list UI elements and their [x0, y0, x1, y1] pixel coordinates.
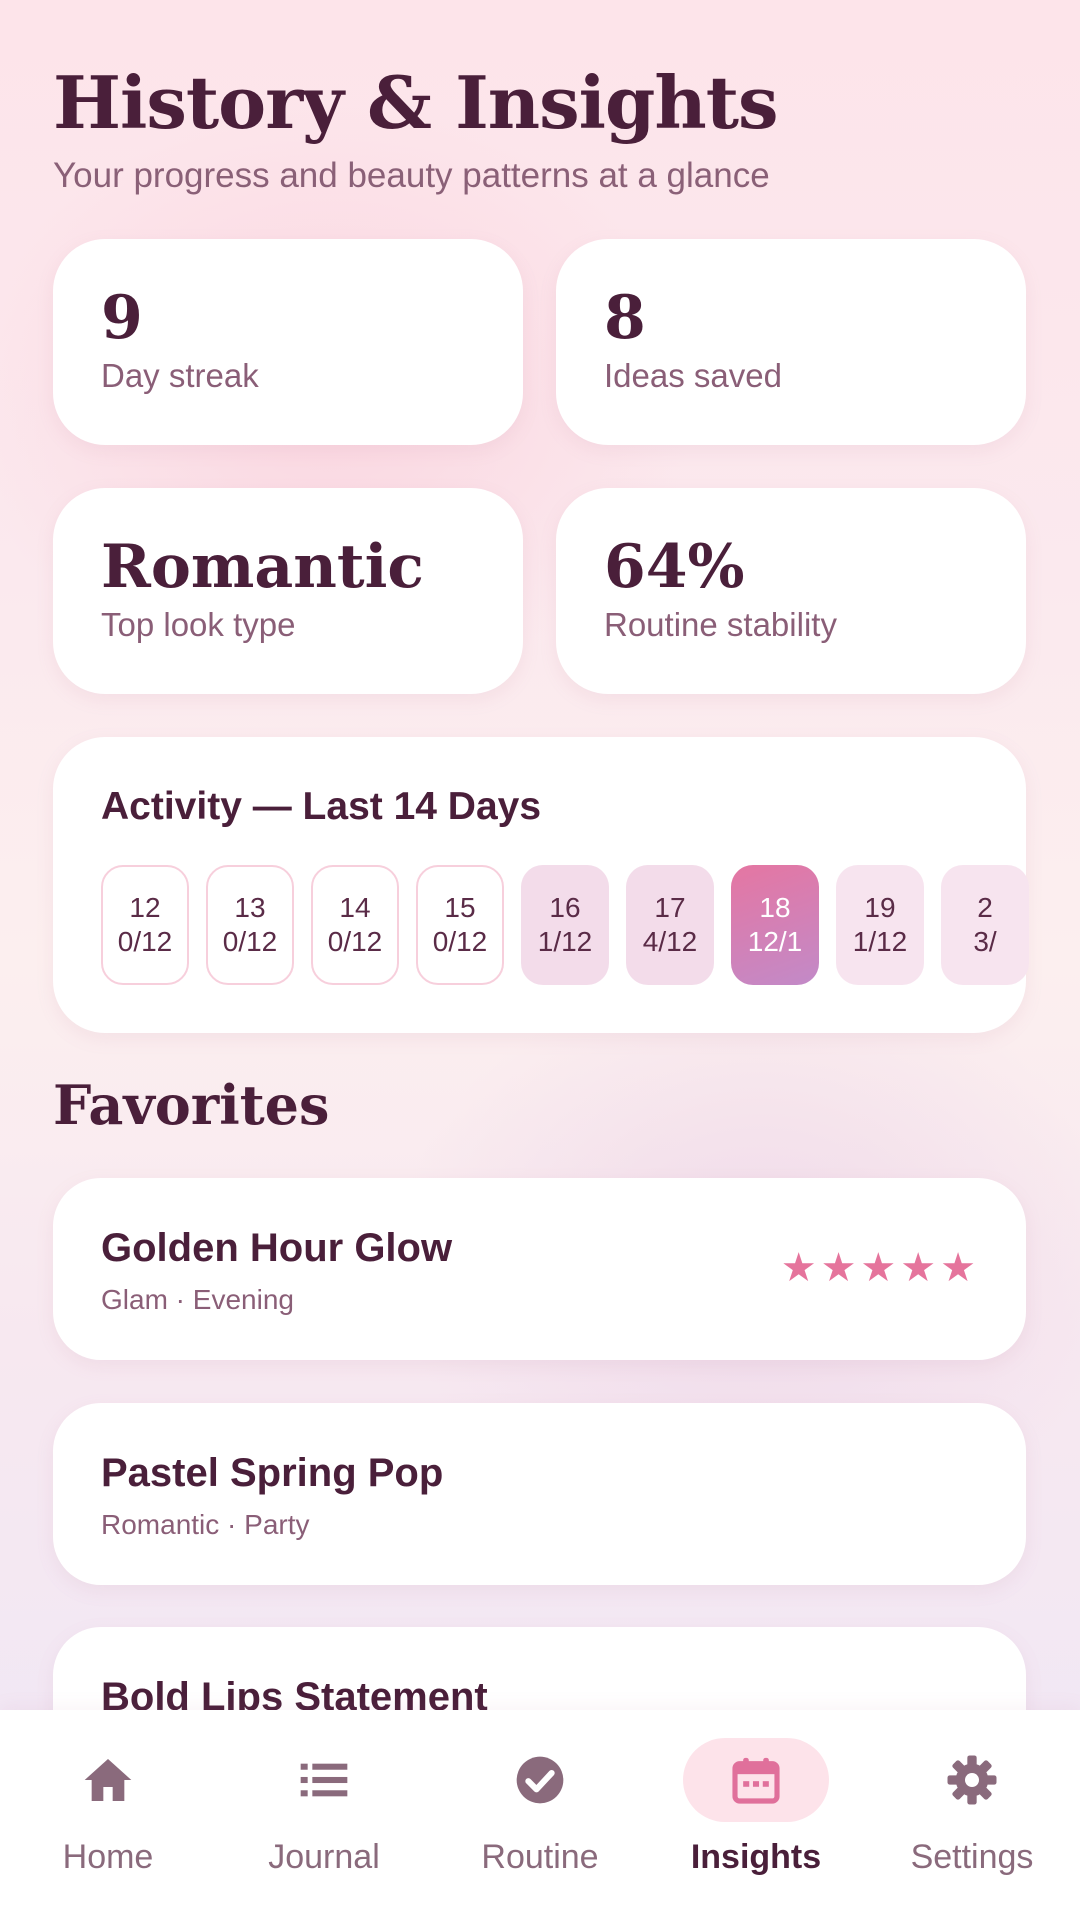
star-icon: ★	[900, 1246, 937, 1290]
list-icon	[300, 1763, 348, 1797]
nav-item-settings[interactable]: Settings	[864, 1710, 1080, 1920]
stat-label: Day streak	[101, 357, 259, 394]
activity-day-count: 0/12	[222, 926, 278, 957]
activity-day[interactable]: 13 0/12	[206, 865, 294, 985]
activity-day-number: 13	[234, 892, 266, 923]
activity-day-count: 3/	[973, 926, 997, 957]
activity-title: Activity — Last 14 Days	[101, 785, 542, 828]
activity-day-today[interactable]: 18 12/1	[731, 865, 819, 985]
nav-label: Insights	[690, 1838, 822, 1876]
nav-item-journal[interactable]: Journal	[216, 1710, 432, 1920]
stat-value: 8	[604, 283, 646, 353]
nav-item-routine[interactable]: Routine	[432, 1710, 648, 1920]
favorite-card[interactable]: Pastel Spring Pop Romantic · Party	[53, 1403, 1026, 1585]
activity-day[interactable]: 2 3/	[941, 865, 1029, 985]
activity-day-number: 14	[339, 892, 371, 923]
activity-day-count: 12/1	[747, 926, 803, 957]
stat-card-look-type: Romantic Top look type	[53, 488, 523, 694]
activity-day-number: 12	[129, 892, 161, 923]
nav-label: Settings	[910, 1838, 1034, 1876]
activity-day-number: 19	[864, 892, 896, 923]
nav-label: Journal	[268, 1838, 380, 1876]
gear-icon	[947, 1755, 997, 1805]
activity-day-number: 18	[759, 892, 791, 923]
activity-day-count: 0/12	[327, 926, 383, 957]
star-icon: ★	[780, 1246, 817, 1290]
calendar-icon	[732, 1757, 780, 1804]
favorite-card[interactable]: Golden Hour Glow Glam · Evening ★ ★ ★ ★ …	[53, 1178, 1026, 1360]
nav-label: Home	[62, 1838, 154, 1876]
activity-day[interactable]: 17 4/12	[626, 865, 714, 985]
nav-label: Routine	[481, 1838, 599, 1876]
star-icon: ★	[820, 1246, 857, 1290]
page-title: History & Insights	[53, 60, 778, 145]
activity-days-strip[interactable]: 12 0/12 13 0/12 14 0/12 15 0/12 16 1/12 …	[101, 865, 1033, 985]
activity-day[interactable]: 15 0/12	[416, 865, 504, 985]
stat-value: 9	[101, 283, 143, 353]
bottom-navigation: Home Journal Routine Insights Settings	[0, 1710, 1080, 1920]
activity-day-number: 2	[977, 892, 993, 923]
activity-day-count: 4/12	[642, 926, 698, 957]
rating-stars: ★ ★ ★ ★ ★	[781, 1248, 976, 1288]
activity-day[interactable]: 19 1/12	[836, 865, 924, 985]
activity-card: Activity — Last 14 Days 12 0/12 13 0/12 …	[53, 737, 1029, 1033]
activity-day-count: 1/12	[852, 926, 908, 957]
nav-item-home[interactable]: Home	[0, 1710, 216, 1920]
favorites-heading: Favorites	[53, 1073, 330, 1137]
activity-day-number: 17	[654, 892, 686, 923]
home-icon	[84, 1759, 132, 1801]
activity-day[interactable]: 12 0/12	[101, 865, 189, 985]
stat-label: Routine stability	[604, 606, 837, 643]
favorite-title: Pastel Spring Pop	[101, 1451, 444, 1495]
check-circle-icon	[516, 1756, 564, 1804]
page-subtitle: Your progress and beauty patterns at a g…	[53, 156, 770, 195]
stat-card-streak: 9 Day streak	[53, 239, 523, 445]
favorite-subtitle: Romantic · Party	[101, 1509, 310, 1540]
stat-card-stability: 64% Routine stability	[556, 488, 1026, 694]
star-icon: ★	[860, 1246, 897, 1290]
stat-label: Top look type	[101, 606, 296, 643]
activity-day[interactable]: 14 0/12	[311, 865, 399, 985]
nav-item-insights[interactable]: Insights	[648, 1710, 864, 1920]
star-icon: ★	[940, 1246, 976, 1290]
stat-card-ideas: 8 Ideas saved	[556, 239, 1026, 445]
activity-day-count: 0/12	[117, 926, 173, 957]
activity-day-count: 0/12	[432, 926, 488, 957]
activity-day-count: 1/12	[537, 926, 593, 957]
stat-label: Ideas saved	[604, 357, 782, 394]
activity-day-number: 16	[549, 892, 581, 923]
stat-value: Romantic	[101, 532, 424, 602]
stat-value: 64%	[604, 532, 745, 602]
activity-day-number: 15	[444, 892, 476, 923]
activity-day[interactable]: 16 1/12	[521, 865, 609, 985]
favorite-subtitle: Glam · Evening	[101, 1284, 294, 1315]
favorite-title: Golden Hour Glow	[101, 1226, 453, 1270]
